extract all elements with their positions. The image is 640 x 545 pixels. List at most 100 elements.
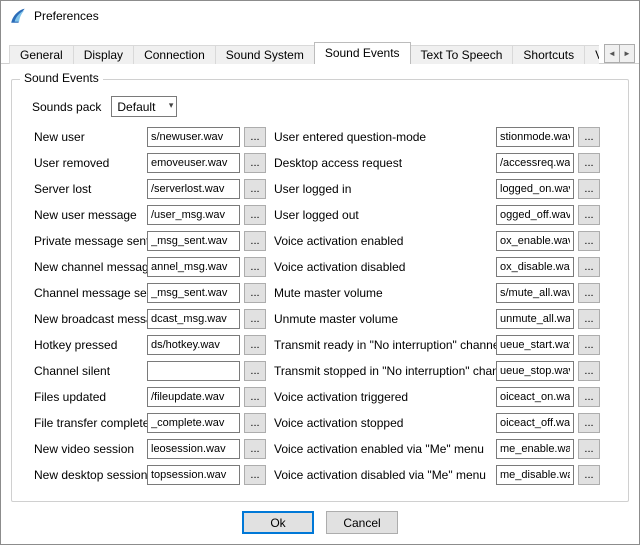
browse-button[interactable]: ...	[244, 179, 266, 199]
sound-file-input[interactable]	[496, 205, 574, 225]
tab-video[interactable]: Video	[584, 45, 599, 64]
browse-button[interactable]: ...	[244, 309, 266, 329]
browse-button[interactable]: ...	[578, 413, 600, 433]
browse-button[interactable]: ...	[578, 127, 600, 147]
browse-button[interactable]: ...	[244, 439, 266, 459]
browse-button[interactable]: ...	[578, 361, 600, 381]
browse-button[interactable]: ...	[244, 127, 266, 147]
browse-button[interactable]: ...	[578, 257, 600, 277]
browse-button[interactable]: ...	[244, 413, 266, 433]
sound-event-row: New video session ...	[34, 436, 288, 462]
sound-event-row: Voice activation enabled via "Me" menu .…	[274, 436, 600, 462]
sound-event-label: New video session	[34, 442, 147, 456]
tab-display[interactable]: Display	[73, 45, 134, 64]
sound-file-input[interactable]	[147, 387, 240, 407]
sound-event-label: Voice activation disabled	[274, 260, 496, 274]
tab-sound-events[interactable]: Sound Events	[314, 42, 411, 64]
sound-event-label: Mute master volume	[274, 286, 496, 300]
sound-file-input[interactable]	[496, 257, 574, 277]
tab-general[interactable]: General	[9, 45, 74, 64]
sound-file-input[interactable]	[496, 439, 574, 459]
preferences-dialog: Preferences GeneralDisplayConnectionSoun…	[0, 0, 640, 545]
sound-event-row: Desktop access request ...	[274, 150, 600, 176]
sound-event-row: Voice activation triggered ...	[274, 384, 600, 410]
tab-connection[interactable]: Connection	[133, 45, 216, 64]
sound-file-input[interactable]	[496, 309, 574, 329]
ok-button[interactable]: Ok	[242, 511, 314, 534]
sound-file-input[interactable]	[147, 361, 240, 381]
browse-button[interactable]: ...	[244, 231, 266, 251]
browse-button[interactable]: ...	[578, 439, 600, 459]
sound-file-input[interactable]	[496, 231, 574, 251]
title-bar: Preferences	[1, 1, 639, 31]
browse-button[interactable]: ...	[244, 257, 266, 277]
browse-button[interactable]: ...	[578, 153, 600, 173]
sound-event-label: Hotkey pressed	[34, 338, 147, 352]
sounds-pack-select[interactable]: Default ▾	[111, 96, 177, 117]
sound-event-row: Voice activation disabled via "Me" menu …	[274, 462, 600, 488]
sound-file-input[interactable]	[496, 387, 574, 407]
sound-event-row: Server lost ...	[34, 176, 288, 202]
sound-file-input[interactable]	[147, 335, 240, 355]
browse-button[interactable]: ...	[578, 179, 600, 199]
sound-file-input[interactable]	[496, 127, 574, 147]
sound-event-row: New broadcast message ...	[34, 306, 288, 332]
sound-event-label: Voice activation stopped	[274, 416, 496, 430]
sound-file-input[interactable]	[496, 361, 574, 381]
sound-file-input[interactable]	[147, 153, 240, 173]
browse-button[interactable]: ...	[578, 283, 600, 303]
app-logo-icon	[9, 7, 27, 25]
sound-event-row: New channel message ...	[34, 254, 288, 280]
sound-file-input[interactable]	[147, 179, 240, 199]
browse-button[interactable]: ...	[578, 465, 600, 485]
browse-button[interactable]: ...	[244, 283, 266, 303]
sound-event-label: Voice activation enabled via "Me" menu	[274, 442, 496, 456]
sound-file-input[interactable]	[147, 127, 240, 147]
sound-events-group: Sound Events Sounds pack Default ▾ New u…	[11, 79, 629, 502]
sound-file-input[interactable]	[147, 413, 240, 433]
sound-event-row: User removed ...	[34, 150, 288, 176]
sound-file-input[interactable]	[147, 309, 240, 329]
tab-sound-system[interactable]: Sound System	[215, 45, 315, 64]
sound-file-input[interactable]	[147, 231, 240, 251]
sound-event-row: Hotkey pressed ...	[34, 332, 288, 358]
sound-file-input[interactable]	[496, 413, 574, 433]
browse-button[interactable]: ...	[244, 153, 266, 173]
browse-button[interactable]: ...	[578, 231, 600, 251]
sound-event-label: Voice activation enabled	[274, 234, 496, 248]
window-title: Preferences	[34, 9, 99, 23]
browse-button[interactable]: ...	[578, 309, 600, 329]
sound-event-label: Private message sent	[34, 234, 147, 248]
sound-file-input[interactable]	[147, 283, 240, 303]
sound-file-input[interactable]	[147, 205, 240, 225]
cancel-button[interactable]: Cancel	[326, 511, 398, 534]
sound-event-label: Transmit stopped in "No interruption" ch…	[274, 364, 496, 378]
browse-button[interactable]: ...	[244, 387, 266, 407]
browse-button[interactable]: ...	[578, 205, 600, 225]
sound-file-input[interactable]	[496, 153, 574, 173]
sound-file-input[interactable]	[496, 179, 574, 199]
browse-button[interactable]: ...	[244, 335, 266, 355]
sound-file-input[interactable]	[496, 335, 574, 355]
browse-button[interactable]: ...	[244, 465, 266, 485]
sound-event-row: Voice activation enabled ...	[274, 228, 600, 254]
sound-file-input[interactable]	[496, 283, 574, 303]
sound-event-label: New desktop session	[34, 468, 147, 482]
sound-file-input[interactable]	[147, 439, 240, 459]
tab-text-to-speech[interactable]: Text To Speech	[410, 45, 514, 64]
sound-event-row: User logged out ...	[274, 202, 600, 228]
tab-scroll-right-icon[interactable]: ►	[619, 44, 635, 63]
browse-button[interactable]: ...	[578, 335, 600, 355]
sound-file-input[interactable]	[147, 257, 240, 277]
browse-button[interactable]: ...	[244, 361, 266, 381]
browse-button[interactable]: ...	[244, 205, 266, 225]
tab-shortcuts[interactable]: Shortcuts	[512, 45, 585, 64]
sound-file-input[interactable]	[496, 465, 574, 485]
sound-file-input[interactable]	[147, 465, 240, 485]
tab-scroll-left-icon[interactable]: ◄	[604, 44, 620, 63]
sounds-pack-label: Sounds pack	[32, 100, 101, 114]
dialog-buttons: Ok Cancel	[1, 511, 639, 534]
browse-button[interactable]: ...	[578, 387, 600, 407]
tab-scroll-buttons: ◄ ►	[604, 44, 635, 63]
sound-event-row: New user message ...	[34, 202, 288, 228]
